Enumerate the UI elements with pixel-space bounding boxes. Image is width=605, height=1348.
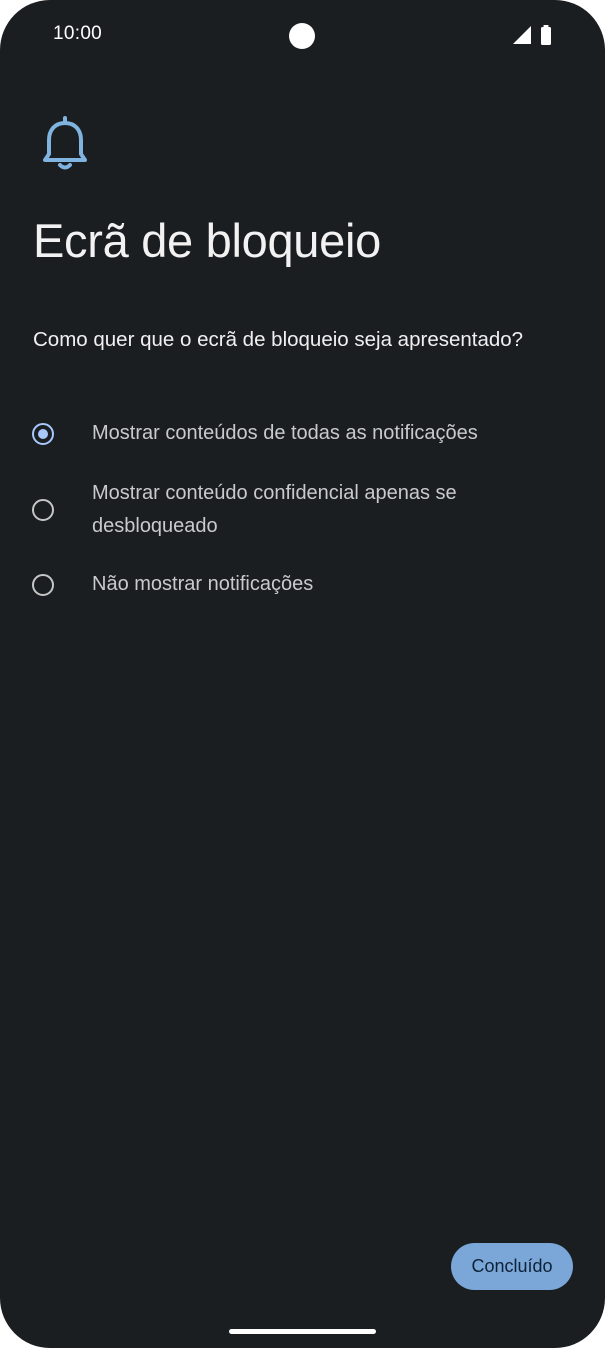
- page-title: Ecrã de bloqueio: [33, 214, 381, 267]
- option-label: Mostrar conteúdo confidencial apenas se …: [92, 482, 457, 537]
- radio-button-selected[interactable]: [32, 423, 54, 445]
- done-button[interactable]: Concluído: [451, 1243, 573, 1290]
- phone-screen: 10:00 Ecrã de bloqueio Como quer que o e…: [0, 0, 605, 1348]
- signal-icon: [513, 26, 531, 44]
- radio-button[interactable]: [32, 574, 54, 596]
- option-show-all[interactable]: Mostrar conteúdos de todas as notificaçõ…: [0, 400, 605, 466]
- battery-icon: [541, 25, 551, 45]
- camera-cutout: [289, 23, 315, 49]
- status-bar: 10:00: [0, 0, 605, 70]
- bell-icon: [43, 116, 87, 170]
- option-hide-notifications[interactable]: Não mostrar notificações: [0, 556, 605, 622]
- radio-button[interactable]: [32, 499, 54, 521]
- option-label: Mostrar conteúdos de todas as notificaçõ…: [92, 422, 478, 444]
- option-label: Não mostrar notificações: [92, 573, 314, 595]
- status-clock: 10:00: [53, 23, 103, 44]
- home-indicator[interactable]: [229, 1329, 376, 1334]
- question-text: Como quer que o ecrã de bloqueio seja ap…: [33, 328, 524, 351]
- option-show-sensitive-unlocked[interactable]: Mostrar conteúdo confidencial apenas se …: [0, 466, 605, 556]
